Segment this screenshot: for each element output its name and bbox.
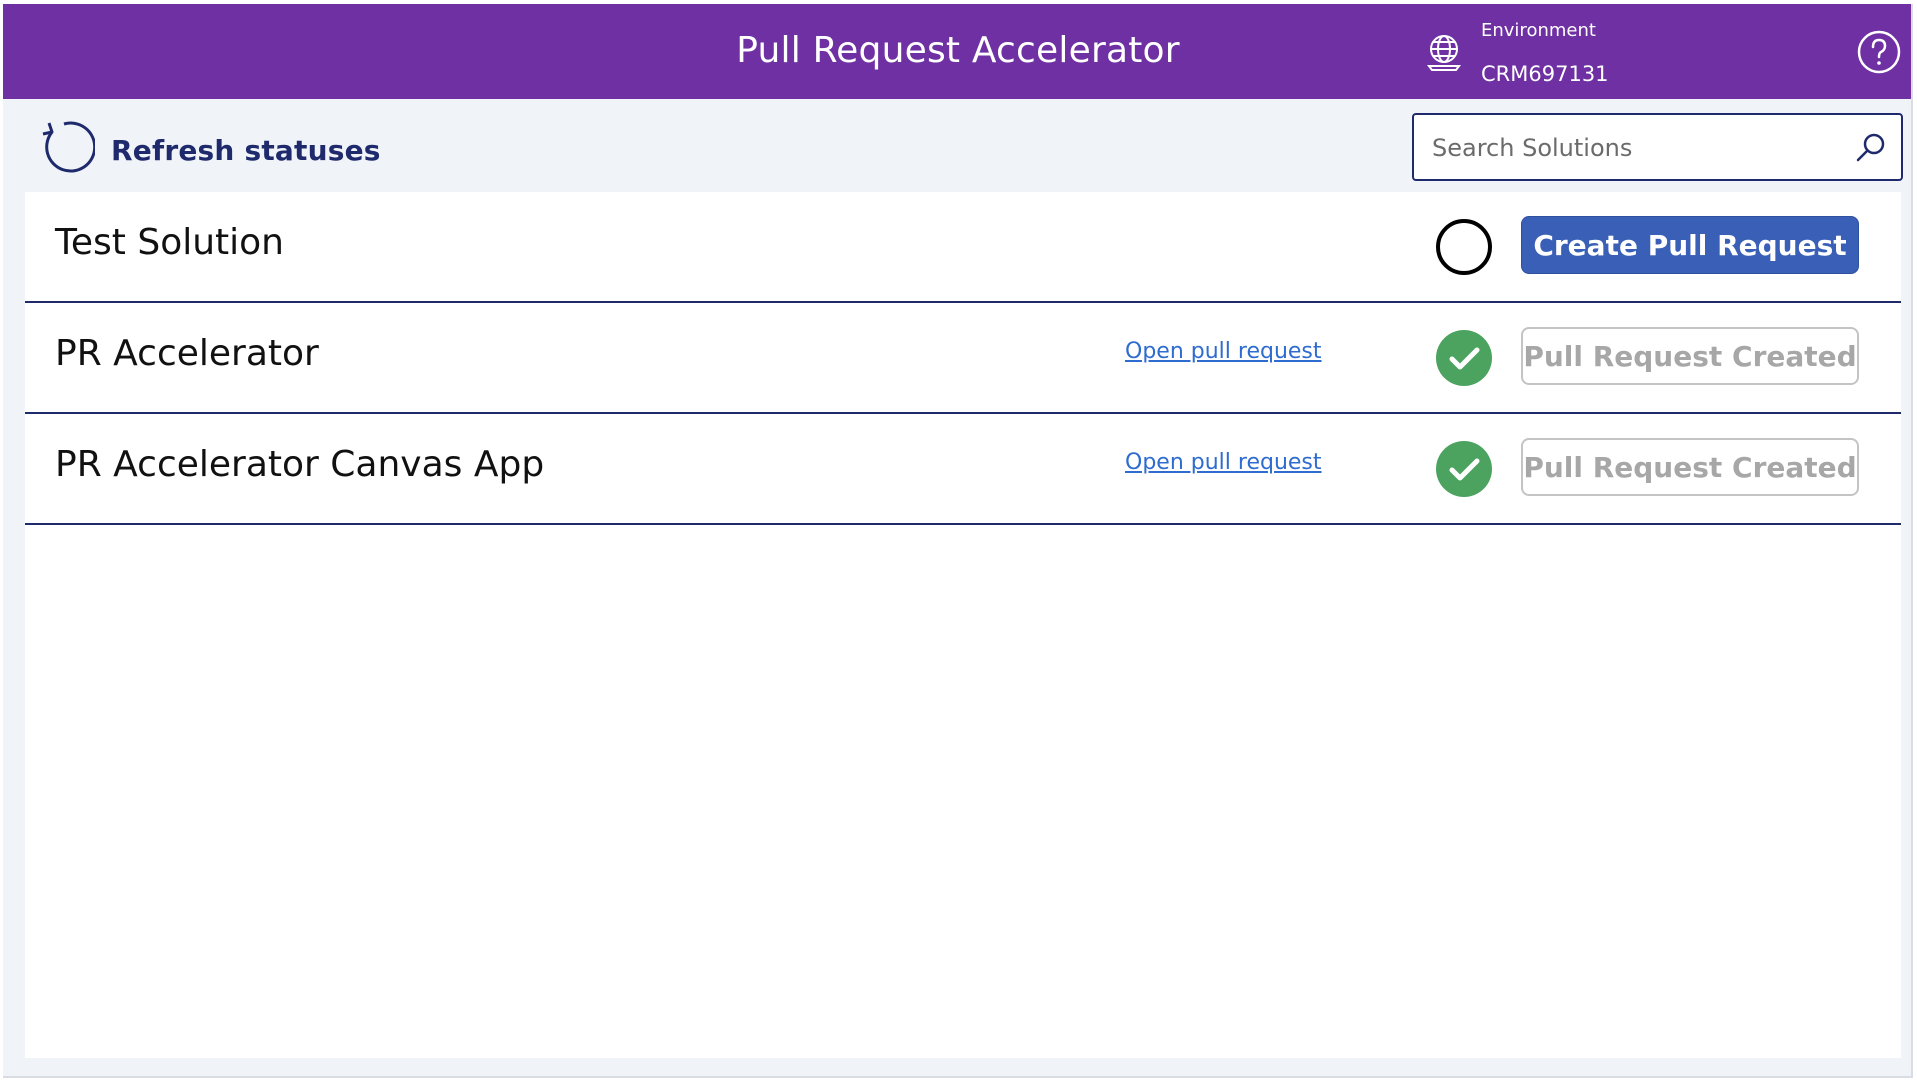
solution-row: Test Solution Create Pull Request <box>25 192 1901 303</box>
pull-request-created-button: Pull Request Created <box>1521 438 1859 496</box>
help-icon[interactable] <box>1856 29 1902 75</box>
refresh-icon[interactable] <box>37 119 95 177</box>
solution-row: PR Accelerator Open pull request Pull Re… <box>25 303 1901 414</box>
search-icon[interactable] <box>1854 131 1888 165</box>
refresh-statuses-button[interactable]: Refresh statuses <box>111 134 381 167</box>
open-pull-request-link[interactable]: Open pull request <box>1125 450 1322 475</box>
environment-label: Environment <box>1481 20 1596 41</box>
toolbar: Refresh statuses <box>3 99 1911 192</box>
solution-name: Test Solution <box>55 222 284 263</box>
solution-name: PR Accelerator Canvas App <box>55 444 545 485</box>
solution-name: PR Accelerator <box>55 333 319 374</box>
app-title: Pull Request Accelerator <box>736 30 1180 71</box>
solution-row: PR Accelerator Canvas App Open pull requ… <box>25 414 1901 525</box>
solutions-list: Test Solution Create Pull Request PR Acc… <box>25 192 1901 1058</box>
status-success-icon <box>1436 330 1492 386</box>
app-frame: Pull Request Accelerator Environment CRM… <box>3 4 1913 1078</box>
app-header: Pull Request Accelerator Environment CRM… <box>3 4 1911 99</box>
create-pull-request-button[interactable]: Create Pull Request <box>1521 216 1859 274</box>
status-pending-icon <box>1436 219 1492 275</box>
search-box[interactable] <box>1412 113 1903 181</box>
open-pull-request-link[interactable]: Open pull request <box>1125 339 1322 364</box>
environment-value: CRM697131 <box>1481 62 1609 86</box>
pull-request-created-button: Pull Request Created <box>1521 327 1859 385</box>
globe-icon <box>1427 35 1461 71</box>
search-input[interactable] <box>1430 129 1834 167</box>
status-success-icon <box>1436 441 1492 497</box>
